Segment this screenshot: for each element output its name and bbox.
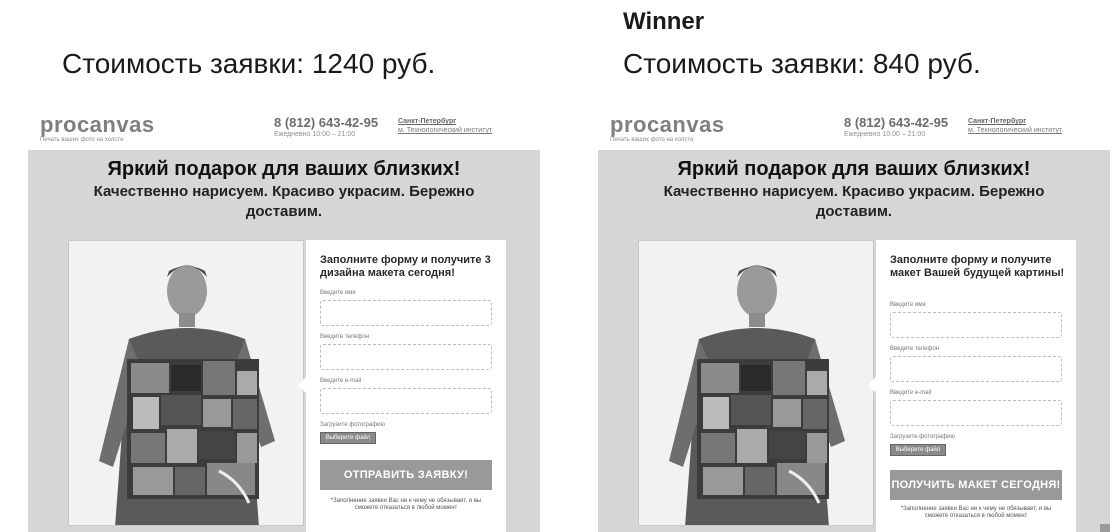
person-with-collage-image: [639, 241, 873, 525]
working-hours: Ежедневно 10:00 – 21:00: [274, 131, 356, 138]
hero-section: Яркий подарок для ваших близких! Качеств…: [28, 150, 540, 532]
address-metro[interactable]: м. Технологический институт: [398, 126, 492, 135]
hero-photo: [68, 240, 304, 526]
logo[interactable]: procanvas Печать ваших фото на холсте: [610, 114, 725, 144]
email-field-label: Введите e-mail: [320, 378, 362, 384]
logo-tagline: Печать ваших фото на холсте: [40, 137, 124, 143]
site-header: procanvas Печать ваших фото на холсте 8 …: [598, 108, 1110, 150]
corner-mark: [1100, 524, 1110, 532]
name-field[interactable]: [320, 300, 492, 326]
person-with-collage-image: [69, 241, 303, 525]
left-price-caption: Стоимость заявки: 1240 руб.: [62, 48, 436, 79]
working-hours: Ежедневно 10:00 – 21:00: [844, 131, 926, 138]
form-disclaimer: *Заполнение заявки Вас ни к чему не обяз…: [330, 498, 482, 511]
phone-field[interactable]: [890, 356, 1062, 382]
form-title: Заполните форму и получите макет Вашей б…: [890, 254, 1065, 279]
submit-button[interactable]: ПОЛУЧИТЬ МАКЕТ СЕГОДНЯ!: [890, 470, 1062, 500]
address-metro[interactable]: м. Технологический институт: [968, 126, 1062, 135]
phone-field-label: Введите телефон: [320, 334, 370, 340]
phone-number[interactable]: 8 (812) 643-42-95: [274, 116, 378, 130]
choose-file-button[interactable]: Выберите файл: [890, 444, 946, 456]
subheadline: Качественно нарисуем. Красиво украсим. Б…: [93, 183, 475, 220]
contact-block: 8 (812) 643-42-95 Ежедневно 10:00 – 21:0…: [274, 116, 378, 140]
logo[interactable]: procanvas Печать ваших фото на холсте: [40, 114, 155, 144]
winner-label: Winner: [623, 8, 705, 35]
right-price-caption: Стоимость заявки: 840 руб.: [623, 48, 981, 79]
address-city[interactable]: Санкт-Петербург: [398, 117, 492, 126]
name-field[interactable]: [890, 312, 1062, 338]
address-block: Санкт-Петербург м. Технологический инсти…: [398, 117, 492, 135]
right-variant: procanvas Печать ваших фото на холсте 8 …: [598, 108, 1110, 532]
upload-label: Загрузите фотографию: [890, 434, 956, 440]
choose-file-button[interactable]: Выберите файл: [320, 432, 376, 444]
upload-label: Загрузите фотографию: [320, 422, 386, 428]
name-field-label: Введите имя: [320, 290, 356, 296]
email-field-label: Введите e-mail: [890, 390, 932, 396]
hero-section: Яркий подарок для ваших близких! Качеств…: [598, 150, 1110, 532]
headline: Яркий подарок для ваших близких!: [677, 158, 1031, 180]
email-field[interactable]: [890, 400, 1062, 426]
phone-number[interactable]: 8 (812) 643-42-95: [844, 116, 948, 130]
name-field-label: Введите имя: [890, 302, 926, 308]
phone-field-label: Введите телефон: [890, 346, 940, 352]
submit-button[interactable]: ОТПРАВИТЬ ЗАЯВКУ!: [320, 460, 492, 490]
phone-field[interactable]: [320, 344, 492, 370]
contact-block: 8 (812) 643-42-95 Ежедневно 10:00 – 21:0…: [844, 116, 948, 140]
logo-text: procanvas: [40, 112, 155, 137]
hero-photo: [638, 240, 874, 526]
lead-form: Заполните форму и получите 3 дизайна мак…: [306, 240, 506, 532]
logo-tagline: Печать ваших фото на холсте: [610, 137, 694, 143]
subheadline: Качественно нарисуем. Красиво украсим. Б…: [663, 183, 1045, 220]
site-header: procanvas Печать ваших фото на холсте 8 …: [28, 108, 540, 150]
email-field[interactable]: [320, 388, 492, 414]
form-disclaimer: *Заполнение заявки Вас ни к чему не обяз…: [900, 506, 1052, 519]
logo-text: procanvas: [610, 112, 725, 137]
headline: Яркий подарок для ваших близких!: [107, 158, 461, 180]
left-variant: procanvas Печать ваших фото на холсте 8 …: [28, 108, 540, 532]
address-city[interactable]: Санкт-Петербург: [968, 117, 1062, 126]
address-block: Санкт-Петербург м. Технологический инсти…: [968, 117, 1062, 135]
lead-form: Заполните форму и получите макет Вашей б…: [876, 240, 1076, 532]
form-title: Заполните форму и получите 3 дизайна мак…: [320, 254, 491, 279]
